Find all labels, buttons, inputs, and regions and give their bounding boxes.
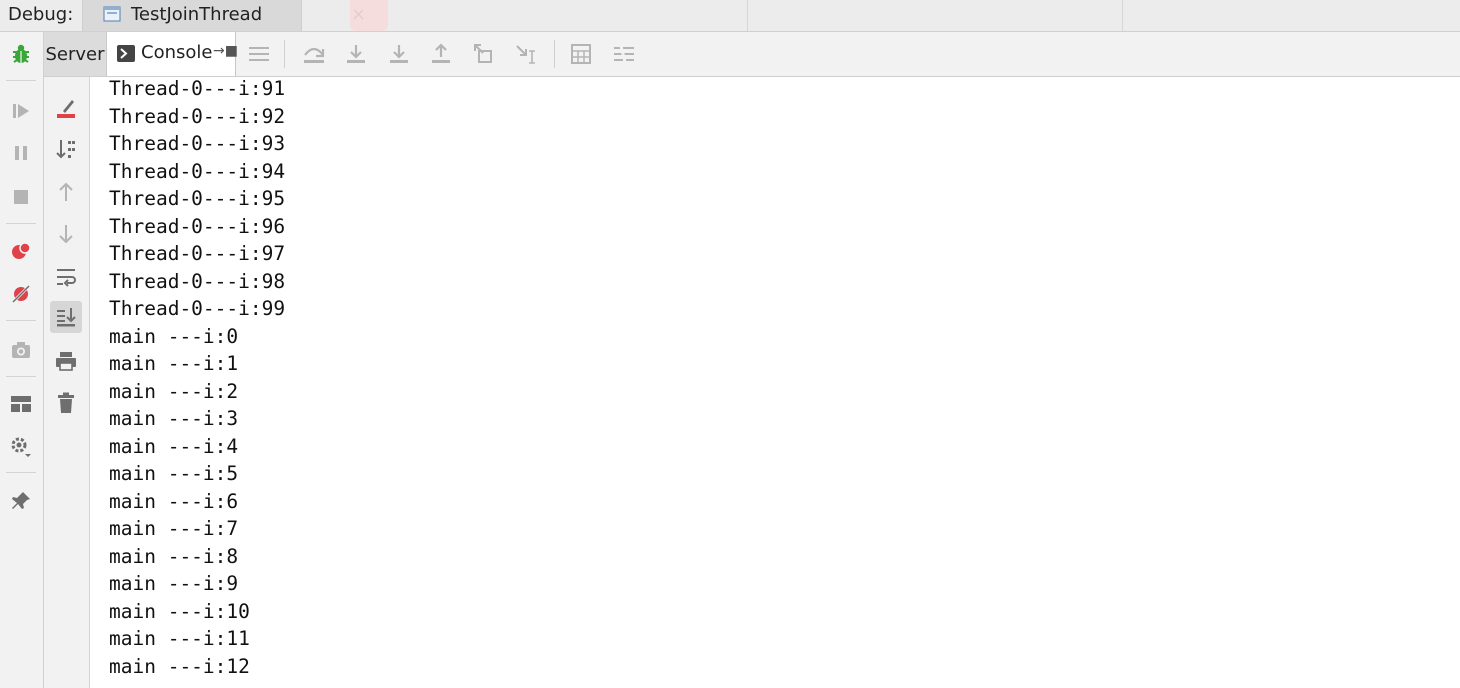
arrow-down-icon[interactable] — [50, 218, 82, 250]
stop-icon[interactable] — [6, 182, 36, 212]
toolbar-divider — [554, 40, 555, 68]
console-line: Thread-0---i:93 — [109, 132, 286, 155]
settings-gear-icon[interactable] — [6, 432, 36, 462]
scroll-to-end-icon[interactable] — [50, 301, 82, 333]
tab-server[interactable]: Server — [44, 32, 107, 76]
layout-icon[interactable] — [6, 389, 36, 419]
tab-console-label: Console — [141, 42, 213, 63]
strip-divider — [6, 376, 36, 377]
evaluate-expression-icon[interactable] — [566, 39, 596, 69]
console-line: main ---i:12 — [109, 654, 250, 678]
console-line: Thread-0---i:98 — [109, 269, 286, 293]
console-icon — [117, 45, 135, 62]
header-divider — [1122, 0, 1123, 31]
restore-layout-icon[interactable]: →■ — [213, 43, 238, 59]
console-line: main ---i:8 — [109, 544, 239, 568]
console-line: main ---i:0 — [109, 324, 239, 348]
resume-icon[interactable] — [6, 96, 36, 126]
soft-wrap-icon[interactable] — [50, 261, 82, 293]
step-over-icon[interactable] — [299, 39, 329, 69]
mute-breakpoints-icon[interactable] — [6, 279, 36, 309]
strip-divider — [6, 223, 36, 224]
run-config-tab[interactable]: TestJoinThread × — [82, 0, 366, 31]
console-line: Thread-0---i:91 — [109, 77, 286, 100]
step-out-icon[interactable] — [426, 39, 456, 69]
run-config-tab-label: TestJoinThread — [131, 4, 263, 25]
tab-console[interactable]: Console →■ — [107, 32, 238, 76]
console-line: Thread-0---i:99 — [109, 297, 286, 320]
trash-icon[interactable] — [50, 387, 82, 419]
strip-divider — [6, 320, 36, 321]
sort-down-icon[interactable] — [50, 133, 82, 165]
debug-label: Debug: — [8, 4, 74, 25]
console-line: main ---i:4 — [109, 434, 239, 458]
menu-lines-icon[interactable] — [244, 39, 274, 69]
clear-highlight-icon[interactable] — [50, 92, 82, 124]
console-line: main ---i:11 — [109, 627, 250, 650]
camera-icon[interactable] — [6, 335, 36, 365]
console-line: main ---i:10 — [109, 599, 250, 623]
console-line: main ---i:9 — [109, 572, 239, 595]
arrow-up-icon[interactable] — [50, 176, 82, 208]
header-divider — [747, 0, 748, 31]
console-line: main ---i:7 — [109, 517, 239, 540]
view-breakpoints-icon[interactable] — [6, 236, 36, 266]
strip-divider — [6, 472, 36, 473]
force-step-into-icon[interactable] — [384, 39, 414, 69]
debug-toolbar: Server Console →■ — [44, 32, 1460, 77]
debug-left-toolbar — [0, 32, 44, 688]
console-line: main ---i:3 — [109, 407, 239, 430]
console-line: Thread-0---i:95 — [109, 187, 286, 210]
debug-window-header: Debug: TestJoinThread × — [0, 0, 1460, 32]
console-output[interactable]: Thread-0---i:91 Thread-0---i:92 Thread-0--… — [90, 77, 1460, 688]
toolbar-divider — [284, 40, 285, 68]
trace-stream-icon[interactable] — [609, 39, 639, 69]
console-line: main ---i:5 — [109, 462, 239, 485]
console-line: main ---i:2 — [109, 379, 239, 403]
console-line: main ---i:6 — [109, 489, 239, 513]
console-line: Thread-0---i:97 — [109, 242, 286, 265]
print-icon[interactable] — [50, 345, 82, 377]
strip-divider — [6, 80, 36, 81]
step-into-icon[interactable] — [341, 39, 371, 69]
watermark-icon — [350, 0, 388, 31]
pause-icon[interactable] — [6, 138, 36, 168]
console-line: Thread-0---i:92 — [109, 104, 286, 128]
console-side-toolbar — [44, 77, 90, 688]
debug-bug-icon[interactable] — [6, 39, 36, 69]
console-line: Thread-0---i:96 — [109, 214, 286, 238]
console-line: Thread-0---i:94 — [109, 159, 286, 183]
pin-icon[interactable] — [6, 486, 36, 516]
drop-frame-icon[interactable] — [469, 39, 499, 69]
console-line: main ---i:1 — [109, 352, 239, 375]
window-icon — [103, 6, 121, 22]
console-lines: Thread-0---i:91 Thread-0---i:92 Thread-0--… — [109, 77, 285, 680]
run-to-cursor-icon[interactable] — [512, 39, 542, 69]
